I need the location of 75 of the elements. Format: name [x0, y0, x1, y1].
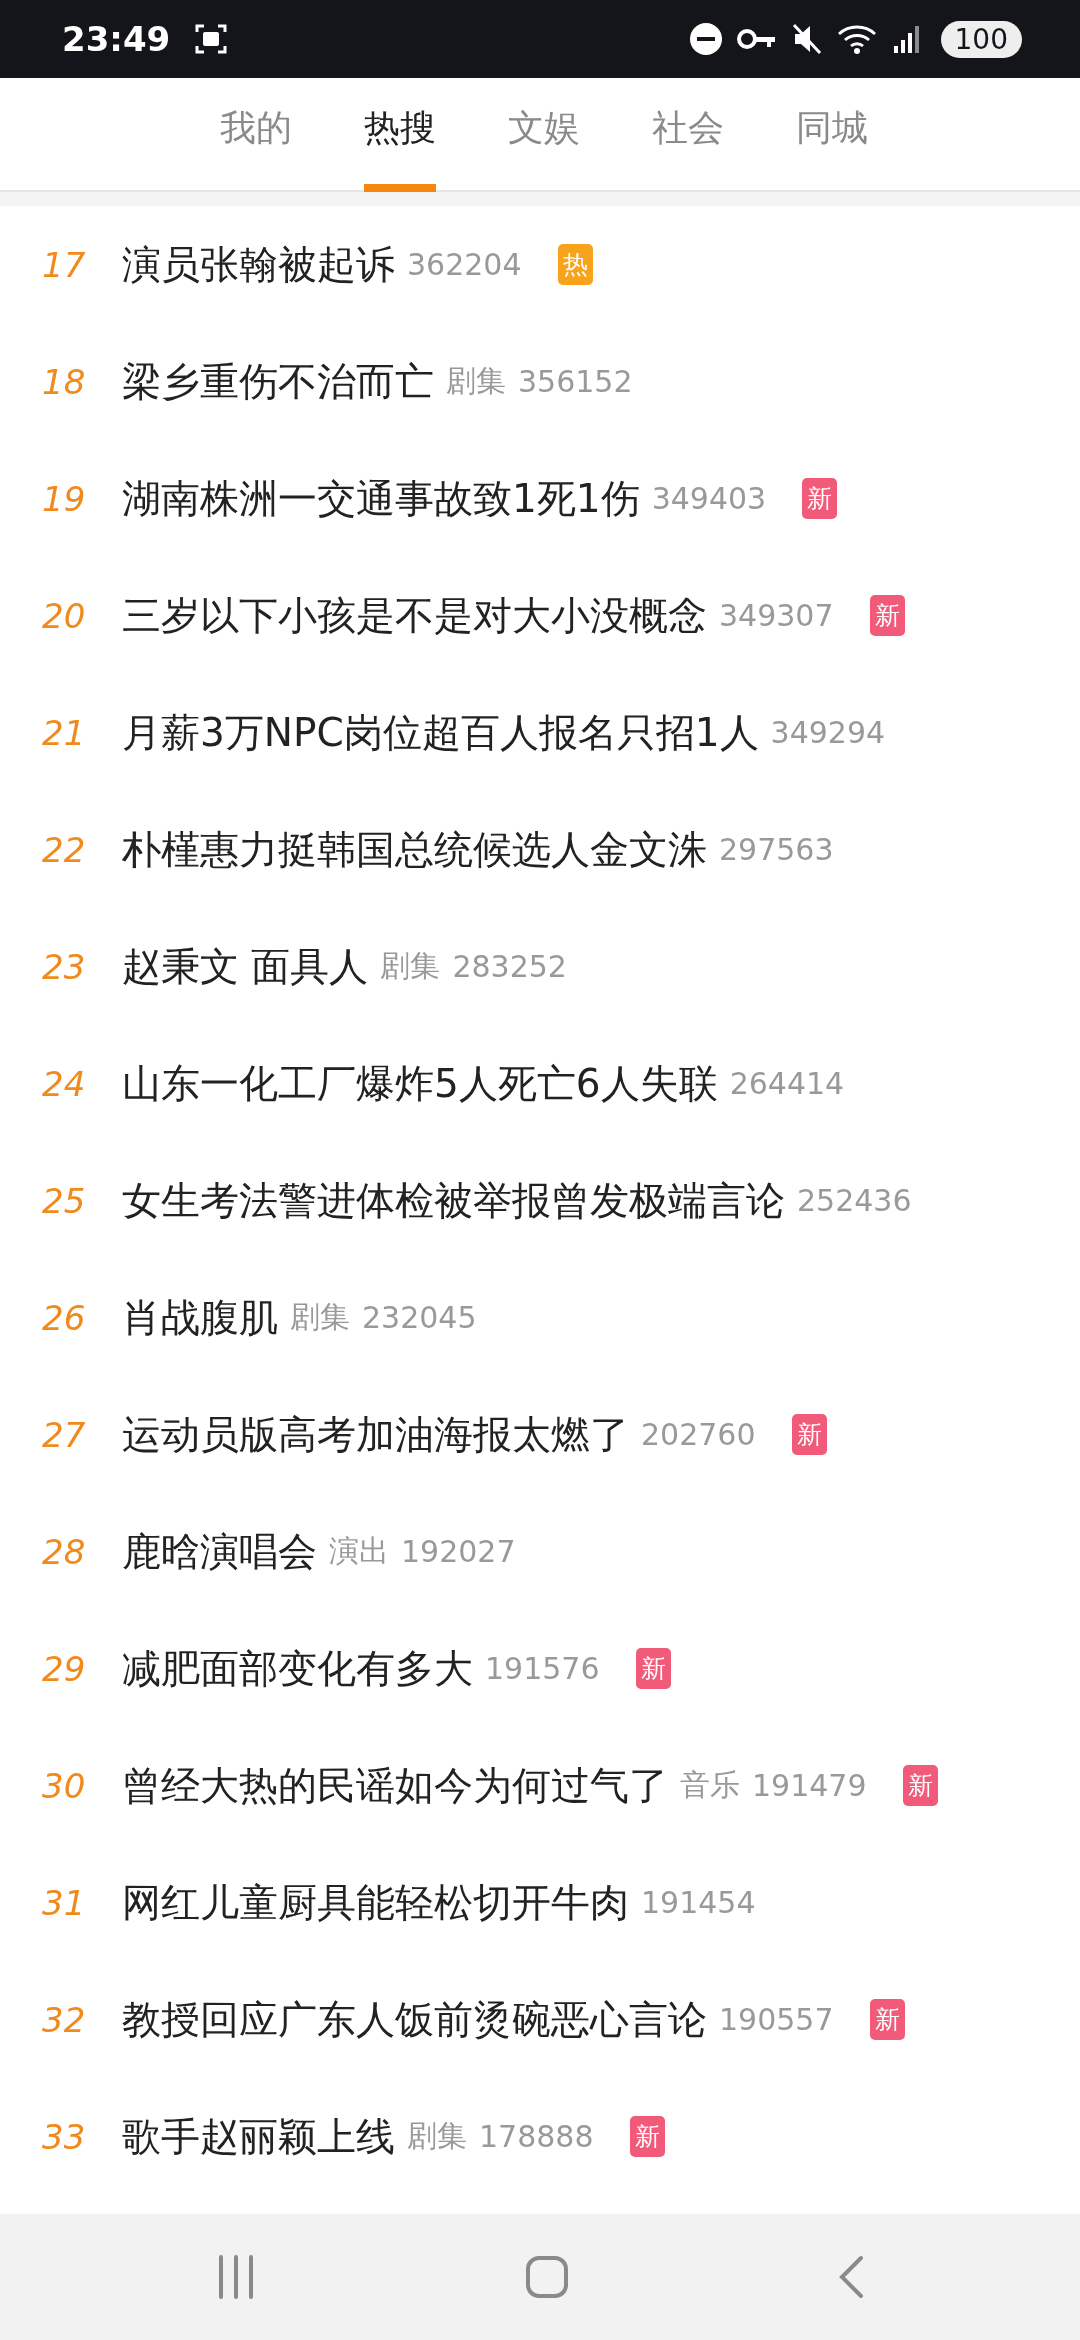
topic-title[interactable]: 月薪3万NPC岗位超百人报名只招1人	[122, 705, 759, 760]
topic-badge: 新	[902, 1765, 938, 1806]
topic-badge: 新	[635, 1648, 671, 1689]
rank-number: 21	[42, 712, 87, 753]
search-count: 297563	[719, 832, 834, 867]
category-label: 剧集	[290, 1298, 350, 1336]
rank-number: 24	[42, 1063, 87, 1104]
search-count: 191479	[752, 1768, 867, 1803]
topic-title[interactable]: 三岁以下小孩是不是对大小没概念	[122, 588, 707, 643]
search-count: 202760	[641, 1417, 756, 1452]
topic-badge: 新	[629, 2116, 665, 2157]
search-count: 192027	[401, 1534, 516, 1569]
topic-badge: 新	[791, 1414, 827, 1455]
back-icon[interactable]	[837, 2255, 865, 2299]
search-count: 264414	[729, 1066, 845, 1101]
rank-number: 29	[42, 1648, 87, 1689]
topic-title[interactable]: 演员张翰被起诉	[122, 237, 395, 292]
key-icon	[736, 27, 777, 51]
rank-number: 31	[42, 1882, 87, 1923]
search-count: 191576	[485, 1651, 600, 1686]
topic-title[interactable]: 湖南株洲一交通事故致1死1伤	[122, 471, 640, 526]
rank-number: 20	[42, 595, 87, 636]
topic-title[interactable]: 山东一化工厂爆炸5人死亡6人失联	[122, 1056, 718, 1111]
category-label: 音乐	[680, 1766, 740, 1804]
category-label: 剧集	[380, 947, 441, 985]
recent-apps-icon[interactable]	[216, 2255, 256, 2299]
topic-badge: 热	[557, 244, 593, 285]
topic-title[interactable]: 曾经大热的民谣如今为何过气了	[122, 1758, 668, 1813]
search-count: 232045	[362, 1300, 477, 1335]
topic-badge: 新	[802, 478, 838, 519]
rank-number: 22	[42, 829, 87, 870]
rank-number: 18	[42, 361, 87, 402]
topic-title[interactable]: 歌手赵丽颖上线	[122, 2109, 395, 2164]
category-label: 剧集	[446, 362, 506, 400]
search-count: 190557	[719, 2002, 834, 2037]
search-count: 362204	[407, 247, 522, 282]
home-icon[interactable]	[524, 2255, 569, 2299]
rank-number: 23	[42, 946, 87, 987]
rank-number: 19	[42, 478, 87, 519]
rank-number: 17	[42, 244, 87, 285]
topic-title[interactable]: 梁乡重伤不治而亡	[122, 354, 434, 409]
rank-number: 32	[42, 1999, 87, 2040]
mute-icon	[790, 22, 823, 56]
screenshot-icon	[194, 22, 229, 56]
topic-title[interactable]: 鹿晗演唱会	[122, 1524, 317, 1579]
rank-number: 28	[42, 1531, 87, 1572]
search-count: 191454	[641, 1885, 756, 1920]
topic-title[interactable]: 网红儿童厨具能轻松切开牛肉	[122, 1875, 629, 1930]
battery-level: 100	[940, 20, 1022, 58]
topic-title[interactable]: 运动员版高考加油海报太燃了	[122, 1407, 629, 1462]
topic-title[interactable]: 女生考法警进体检被举报曾发极端言论	[122, 1173, 785, 1228]
topic-title[interactable]: 教授回应广东人饭前烫碗恶心言论	[122, 1992, 707, 2047]
topic-badge: 新	[869, 1999, 905, 2040]
search-count: 178888	[479, 2119, 594, 2154]
search-count: 349307	[719, 598, 834, 633]
search-count: 252436	[797, 1183, 912, 1218]
rank-number: 27	[42, 1414, 87, 1455]
rank-number: 30	[42, 1765, 87, 1806]
category-label: 剧集	[407, 2117, 467, 2155]
topic-title[interactable]: 肖战腹肌	[122, 1290, 278, 1345]
signal-icon	[892, 24, 921, 54]
search-count: 349403	[651, 481, 767, 516]
search-count: 283252	[452, 949, 567, 984]
do-not-disturb-icon	[688, 22, 723, 56]
search-count: 349294	[770, 715, 886, 750]
topic-title[interactable]: 赵秉文 面具人	[122, 939, 369, 994]
topic-title[interactable]: 朴槿惠力挺韩国总统候选人金文洙	[122, 822, 707, 877]
rank-number: 26	[42, 1297, 87, 1338]
rank-number: 25	[42, 1180, 87, 1221]
status-time: 23:49	[62, 19, 171, 59]
topic-badge: 新	[869, 595, 905, 636]
rank-number: 33	[42, 2116, 87, 2157]
search-count: 356152	[518, 364, 633, 399]
category-label: 演出	[329, 1532, 389, 1570]
topic-title[interactable]: 减肥面部变化有多大	[122, 1641, 473, 1696]
